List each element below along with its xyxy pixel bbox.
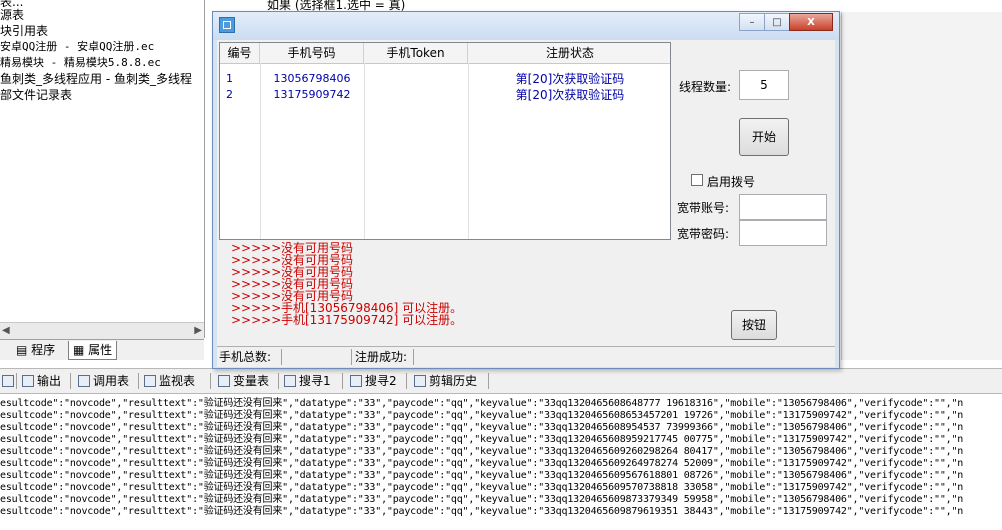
- tab-properties-label: 属性: [88, 343, 113, 357]
- variable-icon: [218, 375, 230, 387]
- enable-dial-checkbox[interactable]: [691, 174, 703, 186]
- generic-button[interactable]: 按钮: [731, 310, 777, 340]
- log-area[interactable]: >>>>>没有可用号码 >>>>>没有可用号码 >>>>>没有可用号码 >>>>…: [219, 240, 671, 346]
- log-message: 手机[13175909742] 可以注册。: [281, 313, 463, 327]
- output-line: esultcode":"novcode","resulttext":"验证码还没…: [0, 422, 964, 433]
- broadband-account-input[interactable]: [739, 194, 827, 220]
- app-icon: [219, 17, 235, 33]
- tab-properties[interactable]: ▦ 属性: [68, 341, 118, 360]
- prompt-icon: [2, 375, 14, 387]
- tab-search1-label: 搜寻1: [299, 374, 331, 388]
- project-tree-panel: 表... 源表 块引用表 安卓QQ注册 - 安卓QQ注册.ec 精易模块 - 精…: [0, 0, 205, 339]
- dialog-body: 编号 手机号码 手机Token 注册状态 1 13056798406 第[20]…: [217, 40, 835, 367]
- dialog-titlebar[interactable]: – □ X: [213, 12, 839, 40]
- cell-phone: 13175909742: [273, 88, 351, 101]
- log-line: >>>>>手机[13175909742] 可以注册。: [231, 314, 462, 326]
- phone-table[interactable]: 编号 手机号码 手机Token 注册状态 1 13056798406 第[20]…: [219, 42, 671, 240]
- column-header-id[interactable]: 编号: [220, 43, 260, 63]
- bottom-toolbar: 输出 调用表 监视表 变量表 搜寻1 搜寻2 剪辑历史: [0, 368, 1002, 394]
- program-icon: ▤: [16, 343, 28, 357]
- output-line: esultcode":"novcode","resulttext":"验证码还没…: [0, 434, 964, 445]
- cell-id: 1: [226, 72, 233, 85]
- watch-icon: [144, 375, 156, 387]
- close-button[interactable]: X: [789, 13, 833, 31]
- cell-status: 第[20]次获取验证码: [515, 88, 625, 102]
- maximize-icon: □: [772, 16, 782, 28]
- tab-clip-history-label: 剪辑历史: [429, 374, 478, 388]
- column-header-token[interactable]: 手机Token: [364, 43, 468, 63]
- thread-count-input[interactable]: 5: [739, 70, 789, 100]
- tab-watch-table-label: 监视表: [159, 374, 196, 388]
- search-icon: [350, 375, 362, 387]
- broadband-password-label: 宽带密码:: [677, 227, 730, 241]
- tab-search2-label: 搜寻2: [365, 374, 397, 388]
- enable-dial-label: 启用拨号: [707, 175, 756, 189]
- tree-item[interactable]: 块引用表: [0, 23, 48, 39]
- success-count-label: 注册成功:: [355, 350, 408, 364]
- register-dialog: – □ X 编号 手机号码 手机Token 注册状态 1 13056798406…: [212, 11, 840, 369]
- broadband-password-input[interactable]: [739, 220, 827, 246]
- tree-item[interactable]: 鱼刺类_多线程应用 - 鱼刺类_多线程: [0, 71, 192, 87]
- tab-variable-table-label: 变量表: [233, 374, 270, 388]
- close-icon: X: [807, 16, 815, 28]
- clipboard-icon: [414, 375, 426, 387]
- tab-program[interactable]: ▤ 程序: [12, 341, 59, 359]
- table-header: 编号 手机号码 手机Token 注册状态: [220, 43, 670, 64]
- output-line: esultcode":"novcode","resulttext":"验证码还没…: [0, 482, 964, 493]
- properties-icon: ▦: [73, 343, 85, 357]
- output-line: esultcode":"novcode","resulttext":"验证码还没…: [0, 494, 964, 505]
- output-line: esultcode":"novcode","resulttext":"验证码还没…: [0, 470, 964, 481]
- scroll-left-icon[interactable]: ◀: [2, 325, 10, 336]
- tab-search1[interactable]: 搜寻1: [284, 372, 331, 390]
- tree-item[interactable]: 精易模块 - 精易模块5.8.8.ec: [0, 55, 161, 71]
- table-row[interactable]: 1 13056798406 第[20]次获取验证码: [220, 71, 670, 87]
- column-header-status[interactable]: 注册状态: [468, 43, 670, 63]
- minimize-button[interactable]: –: [739, 13, 765, 31]
- control-panel: 线程数量: 5 开始 启用拨号 宽带账号: 宽带密码: 按钮: [673, 40, 835, 346]
- horizontal-scrollbar[interactable]: ◀ ▶: [0, 322, 204, 339]
- total-phones-label: 手机总数:: [219, 350, 272, 364]
- tab-watch-table[interactable]: 监视表: [144, 372, 195, 390]
- tab-variable-table[interactable]: 变量表: [218, 372, 269, 390]
- tree-item[interactable]: 源表: [0, 7, 24, 23]
- output-line: esultcode":"novcode","resulttext":"验证码还没…: [0, 410, 964, 421]
- tab-output[interactable]: 输出: [22, 372, 61, 390]
- output-line: esultcode":"novcode","resulttext":"验证码还没…: [0, 446, 964, 457]
- tab-search2[interactable]: 搜寻2: [350, 372, 397, 390]
- log-prefix: >>>>>: [231, 313, 282, 327]
- cell-status: 第[20]次获取验证码: [515, 72, 625, 86]
- output-panel[interactable]: esultcode":"novcode","resulttext":"验证码还没…: [0, 394, 1002, 530]
- left-panel-tabs: ▤ 程序 ▦ 属性: [0, 339, 204, 360]
- tab-call-table[interactable]: 调用表: [78, 372, 129, 390]
- cell-phone: 13056798406: [273, 72, 351, 85]
- tree-item[interactable]: 安卓QQ注册 - 安卓QQ注册.ec: [0, 39, 154, 55]
- table-row[interactable]: 2 13175909742 第[20]次获取验证码: [220, 87, 670, 103]
- output-icon: [22, 375, 34, 387]
- broadband-account-label: 宽带账号:: [677, 201, 730, 215]
- thread-count-label: 线程数量:: [679, 80, 732, 94]
- cell-token: [364, 87, 468, 103]
- tab-output-label: 输出: [37, 374, 62, 388]
- column-header-phone[interactable]: 手机号码: [260, 43, 364, 63]
- search-icon: [284, 375, 296, 387]
- dialog-status-bar: 手机总数: 注册成功:: [217, 346, 835, 367]
- tab-clip-history[interactable]: 剪辑历史: [414, 372, 477, 390]
- tree-item[interactable]: 部文件记录表: [0, 87, 72, 103]
- cell-id: 2: [226, 88, 233, 101]
- cell-token: [364, 71, 468, 87]
- prompt-tab[interactable]: [2, 372, 14, 390]
- output-line: esultcode":"novcode","resulttext":"验证码还没…: [0, 398, 964, 409]
- start-button[interactable]: 开始: [739, 118, 789, 156]
- scroll-right-icon[interactable]: ▶: [194, 325, 202, 336]
- output-line: esultcode":"novcode","resulttext":"验证码还没…: [0, 458, 964, 469]
- tab-call-table-label: 调用表: [93, 374, 130, 388]
- maximize-button[interactable]: □: [764, 13, 790, 31]
- minimize-icon: –: [749, 16, 755, 28]
- editor-right-area: [841, 12, 1002, 360]
- call-table-icon: [78, 375, 90, 387]
- output-line: esultcode":"novcode","resulttext":"验证码还没…: [0, 506, 964, 517]
- tab-program-label: 程序: [31, 343, 56, 357]
